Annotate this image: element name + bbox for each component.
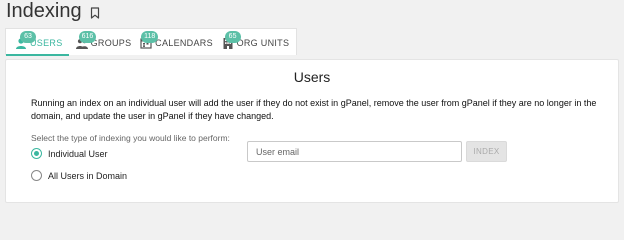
radio-button-unchecked[interactable]: [31, 170, 42, 181]
bookmark-icon[interactable]: [90, 6, 100, 19]
tab-label: CALENDARS: [155, 37, 213, 48]
index-button[interactable]: INDEX: [466, 141, 507, 162]
tab-calendars[interactable]: 118 CALENDARS: [133, 29, 214, 56]
users-indexing-panel: Users Running an index on an individual …: [5, 59, 619, 203]
user-email-input[interactable]: [247, 141, 462, 162]
radio-all-users[interactable]: All Users in Domain: [31, 170, 127, 181]
tab-label: GROUPS: [90, 37, 132, 48]
tab-label: ORG UNITS: [236, 37, 290, 48]
calendars-count-badge: 118: [141, 31, 159, 43]
radio-label: All Users in Domain: [48, 170, 128, 181]
tab-groups[interactable]: 616 GROUPS: [69, 29, 134, 56]
org-units-count-badge: 65: [224, 31, 241, 43]
groups-count-badge: 616: [78, 31, 97, 43]
indexing-tabs: 63 USERS 616 GROUPS 118 CALENDARS 65 ORG…: [5, 28, 297, 56]
users-count-badge: 63: [20, 31, 36, 43]
panel-description: Running an index on an individual user w…: [31, 98, 597, 121]
page-header: Indexing: [6, 0, 100, 22]
tab-users[interactable]: 63 USERS: [6, 29, 69, 56]
page-title: Indexing: [6, 0, 82, 22]
radio-label: Individual User: [48, 148, 108, 159]
panel-title: Users: [293, 69, 331, 85]
radio-individual-user[interactable]: Individual User: [31, 148, 108, 159]
indexing-type-prompt: Select the type of indexing you would li…: [31, 133, 230, 143]
tab-org-units[interactable]: 65 ORG UNITS: [215, 29, 296, 56]
radio-button-checked[interactable]: [31, 148, 42, 159]
